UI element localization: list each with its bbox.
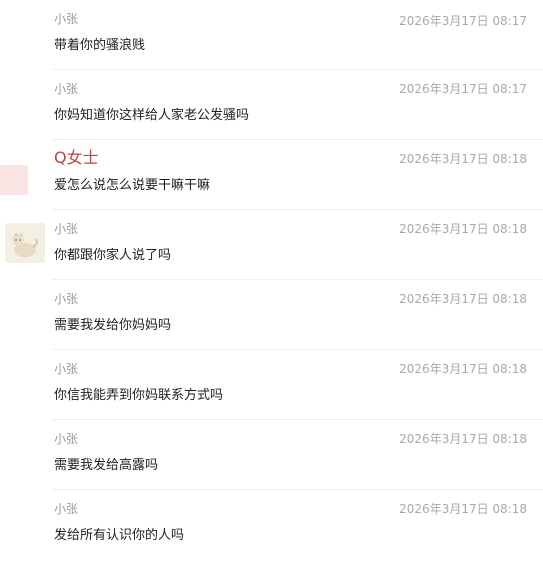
message-content: 你都跟你家人说了吗 xyxy=(54,248,172,263)
message-sender: 小张 xyxy=(54,502,79,516)
message-timestamp: 2026年3月17日 08:17 xyxy=(399,82,527,96)
message-content: 需要我发给你妈妈吗 xyxy=(54,318,172,333)
message-sender: 小张 xyxy=(54,292,79,306)
message-item[interactable]: 小张 2026年3月17日 08:18 需要我发给高露吗 xyxy=(0,420,543,490)
message-item[interactable]: 小张 2026年3月17日 08:18 需要我发给你妈妈吗 xyxy=(0,280,543,350)
message-content: 带着你的骚浪贱 xyxy=(54,38,146,53)
message-timestamp: 2026年3月17日 08:18 xyxy=(399,502,527,516)
message-content: 你妈知道你这样给人家老公发骚吗 xyxy=(54,108,250,123)
message-sender: 小张 xyxy=(54,12,79,26)
message-content: 爱怎么说怎么说要干嘛干嘛 xyxy=(54,178,211,193)
message-timestamp: 2026年3月17日 08:17 xyxy=(399,14,527,28)
message-sender: 小张 xyxy=(54,82,79,96)
cat-avatar-icon xyxy=(5,223,45,263)
message-item[interactable]: 小张 2026年3月17日 08:18 发给所有认识你的人吗 xyxy=(0,490,543,560)
message-item[interactable]: 小张 2026年3月17日 08:17 带着你的骚浪贱 xyxy=(0,0,543,70)
message-content: 需要我发给高露吗 xyxy=(54,458,159,473)
message-sender: 小张 xyxy=(54,432,79,446)
message-content: 你信我能弄到你妈联系方式吗 xyxy=(54,388,224,403)
message-item[interactable]: 小张 2026年3月17日 08:18 你都跟你家人说了吗 xyxy=(0,210,543,280)
message-timestamp: 2026年3月17日 08:18 xyxy=(399,222,527,236)
avatar[interactable] xyxy=(0,165,28,195)
avatar[interactable] xyxy=(5,223,45,263)
message-timestamp: 2026年3月17日 08:18 xyxy=(399,432,527,446)
message-sender: Q女士 xyxy=(54,148,99,167)
message-sender: 小张 xyxy=(54,222,79,236)
message-item[interactable]: 小张 2026年3月17日 08:17 你妈知道你这样给人家老公发骚吗 xyxy=(0,70,543,140)
message-thread: 小张 2026年3月17日 08:17 带着你的骚浪贱 小张 2026年3月17… xyxy=(0,0,543,565)
message-timestamp: 2026年3月17日 08:18 xyxy=(399,292,527,306)
message-item[interactable]: 小张 2026年3月17日 08:18 你信我能弄到你妈联系方式吗 xyxy=(0,350,543,420)
message-timestamp: 2026年3月17日 08:18 xyxy=(399,362,527,376)
message-item[interactable]: Q女士 2026年3月17日 08:18 爱怎么说怎么说要干嘛干嘛 xyxy=(0,140,543,210)
message-timestamp: 2026年3月17日 08:18 xyxy=(399,152,527,166)
message-content: 发给所有认识你的人吗 xyxy=(54,528,185,543)
message-sender: 小张 xyxy=(54,362,79,376)
